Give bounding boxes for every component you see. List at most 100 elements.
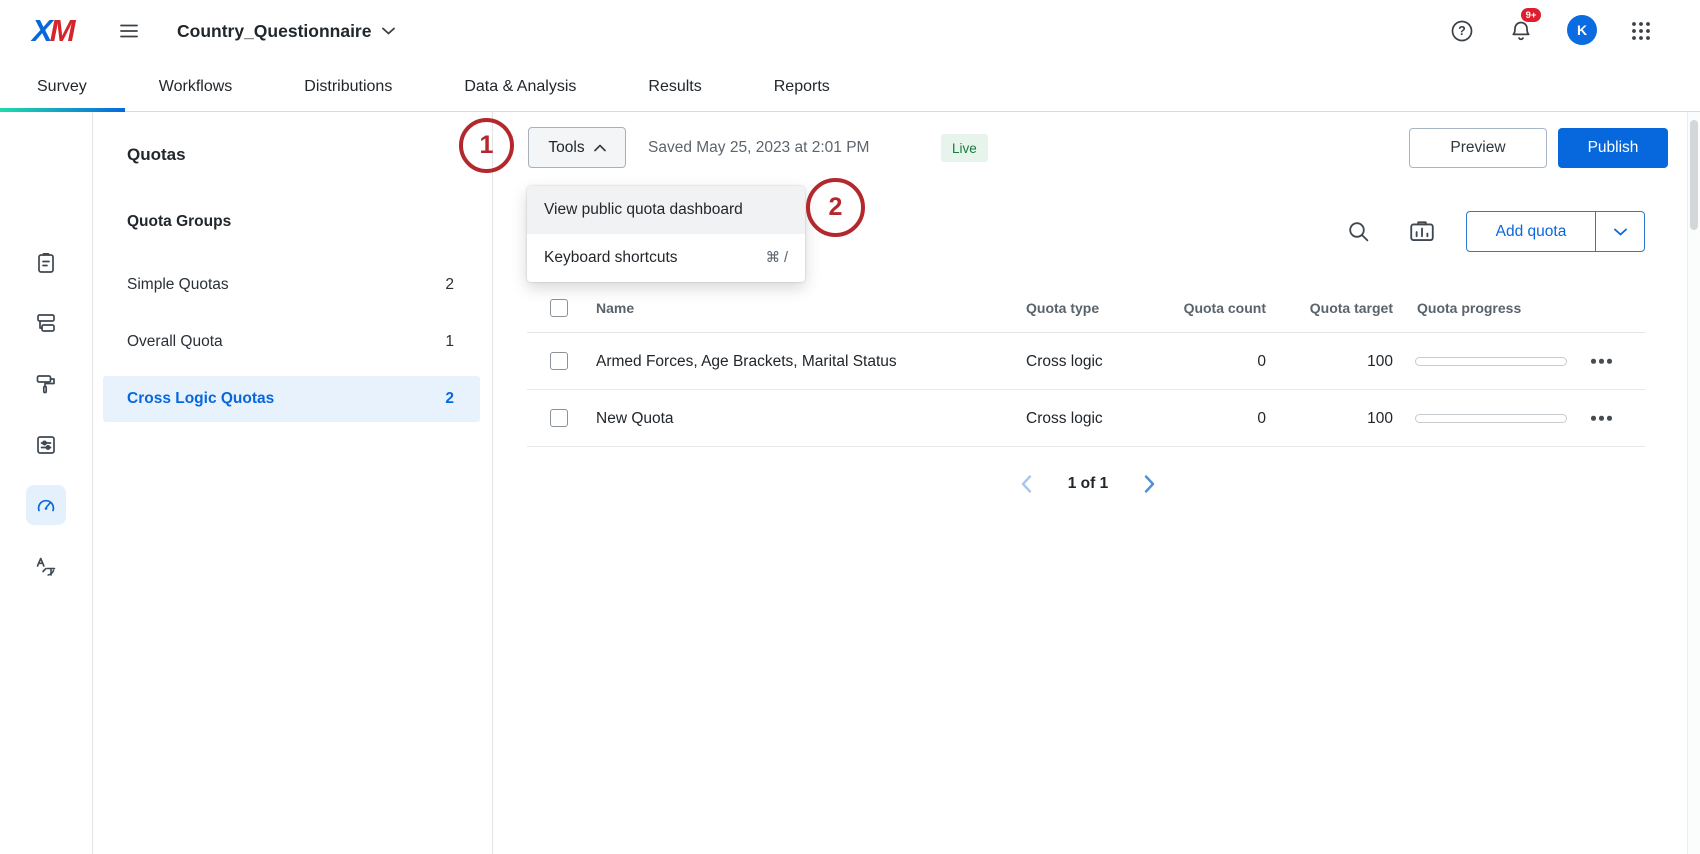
page-indicator: 1 of 1: [1068, 475, 1108, 493]
main-nav: Survey Workflows Distributions Data & An…: [0, 62, 1700, 112]
group-item-overall-quota[interactable]: Overall Quota 1: [103, 319, 480, 365]
annotation-step-1: 1: [459, 118, 514, 173]
survey-options-icon: [34, 433, 58, 457]
left-icon-rail: [0, 112, 93, 854]
group-count: 2: [445, 276, 454, 294]
column-header-quota-count: Quota count: [1184, 283, 1266, 333]
quota-type: Cross logic: [1026, 333, 1103, 390]
publish-button[interactable]: Publish: [1558, 128, 1668, 168]
annotation-step-2-number: 2: [829, 193, 843, 222]
rail-item-survey-flow[interactable]: [26, 303, 66, 343]
tab-distributions[interactable]: Distributions: [304, 78, 392, 96]
menu-item-keyboard-shortcuts[interactable]: Keyboard shortcuts ⌘ /: [527, 234, 805, 282]
quotas-gauge-icon: [34, 493, 58, 517]
column-header-quota-progress: Quota progress: [1417, 283, 1521, 333]
table-row[interactable]: Armed Forces, Age Brackets, Marital Stat…: [527, 333, 1645, 390]
column-header-name: Name: [596, 283, 634, 333]
top-bar: XM Country_Questionnaire ? 9+ K: [0, 0, 1700, 62]
group-label: Overall Quota: [127, 333, 223, 351]
group-count: 1: [445, 333, 454, 351]
survey-builder-icon: [34, 251, 58, 275]
row-checkbox[interactable]: [550, 409, 568, 427]
menu-item-view-public-quota-dashboard[interactable]: View public quota dashboard: [527, 186, 805, 234]
table-row[interactable]: New Quota Cross logic 0 100: [527, 390, 1645, 447]
avatar-initial: K: [1577, 22, 1587, 38]
menu-item-label: Keyboard shortcuts: [544, 249, 678, 267]
quota-table-header: Name Quota type Quota count Quota target…: [527, 283, 1645, 333]
add-quota-button[interactable]: Add quota: [1467, 212, 1595, 251]
select-all-checkbox[interactable]: [550, 299, 568, 317]
xm-logo-m: M: [50, 13, 73, 48]
app-window: XM Country_Questionnaire ? 9+ K: [0, 0, 1700, 854]
chevron-up-icon: [594, 144, 606, 152]
tab-results[interactable]: Results: [648, 78, 701, 96]
xm-logo[interactable]: XM: [32, 13, 73, 49]
apps-grid-icon: [1631, 21, 1651, 41]
tab-reports[interactable]: Reports: [774, 78, 830, 96]
hamburger-icon: [118, 20, 140, 42]
rail-item-translations[interactable]: [26, 547, 66, 587]
tools-button-label: Tools: [548, 139, 584, 157]
add-quota-dropdown-button[interactable]: [1596, 212, 1644, 251]
quota-count: 0: [1257, 390, 1266, 447]
live-status-badge: Live: [941, 134, 988, 162]
scrollbar-thumb[interactable]: [1690, 120, 1698, 230]
rail-item-survey-builder[interactable]: [26, 243, 66, 283]
quota-name: Armed Forces, Age Brackets, Marital Stat…: [596, 333, 897, 390]
group-count: 2: [445, 390, 454, 408]
annotation-step-1-number: 1: [480, 131, 494, 160]
rail-item-quotas[interactable]: [26, 485, 66, 525]
notification-count-badge: 9+: [1521, 8, 1541, 22]
quota-count: 0: [1257, 333, 1266, 390]
group-label: Simple Quotas: [127, 276, 229, 294]
sidebar-title: Quotas: [127, 145, 186, 165]
previous-page-button[interactable]: [1013, 471, 1039, 497]
pagination: 1 of 1: [1013, 468, 1163, 500]
rail-item-survey-options[interactable]: [26, 425, 66, 465]
group-label: Cross Logic Quotas: [127, 390, 274, 408]
quota-target: 100: [1367, 390, 1393, 447]
survey-title-dropdown[interactable]: Country_Questionnaire: [177, 0, 395, 62]
quota-groups-heading: Quota Groups: [127, 213, 231, 231]
chevron-down-icon: [382, 27, 395, 35]
menu-item-shortcut: ⌘ /: [765, 250, 788, 266]
quota-progress-bar: [1415, 414, 1567, 423]
bell-icon: [1509, 19, 1533, 43]
scrollbar-track[interactable]: [1687, 112, 1700, 854]
public-dashboard-icon: [1408, 218, 1436, 246]
chevron-down-icon: [1614, 228, 1627, 236]
search-button[interactable]: [1345, 218, 1373, 246]
quota-progress-bar: [1415, 357, 1567, 366]
group-item-simple-quotas[interactable]: Simple Quotas 2: [103, 262, 480, 308]
help-button[interactable]: ?: [1450, 19, 1474, 43]
row-checkbox[interactable]: [550, 352, 568, 370]
rail-item-look-and-feel[interactable]: [26, 364, 66, 404]
next-page-button[interactable]: [1137, 471, 1163, 497]
tools-dropdown-menu: View public quota dashboard Keyboard sho…: [527, 186, 805, 282]
avatar[interactable]: K: [1567, 15, 1597, 45]
hamburger-menu-button[interactable]: [117, 20, 141, 42]
saved-status-text: Saved May 25, 2023 at 2:01 PM: [648, 139, 869, 157]
paint-roller-icon: [34, 372, 58, 396]
tab-survey[interactable]: Survey: [37, 78, 87, 96]
survey-flow-icon: [34, 311, 58, 335]
chevron-left-icon: [1021, 475, 1032, 493]
menu-item-label: View public quota dashboard: [544, 201, 743, 219]
apps-grid-button[interactable]: [1630, 20, 1652, 42]
translations-icon: [34, 555, 58, 579]
row-actions-button[interactable]: [1585, 353, 1618, 370]
notifications-button[interactable]: [1509, 19, 1533, 43]
chevron-right-icon: [1144, 475, 1155, 493]
group-item-cross-logic-quotas[interactable]: Cross Logic Quotas 2: [103, 376, 480, 422]
preview-button[interactable]: Preview: [1409, 128, 1547, 168]
quota-name: New Quota: [596, 390, 674, 447]
survey-title: Country_Questionnaire: [177, 21, 371, 42]
tab-workflows[interactable]: Workflows: [159, 78, 233, 96]
column-header-quota-target: Quota target: [1310, 283, 1393, 333]
add-quota-split-button: Add quota: [1466, 211, 1645, 252]
quota-type: Cross logic: [1026, 390, 1103, 447]
tools-button[interactable]: Tools: [528, 127, 626, 168]
public-dashboard-button[interactable]: [1406, 216, 1438, 248]
tab-data-analysis[interactable]: Data & Analysis: [464, 78, 576, 96]
row-actions-button[interactable]: [1585, 410, 1618, 427]
